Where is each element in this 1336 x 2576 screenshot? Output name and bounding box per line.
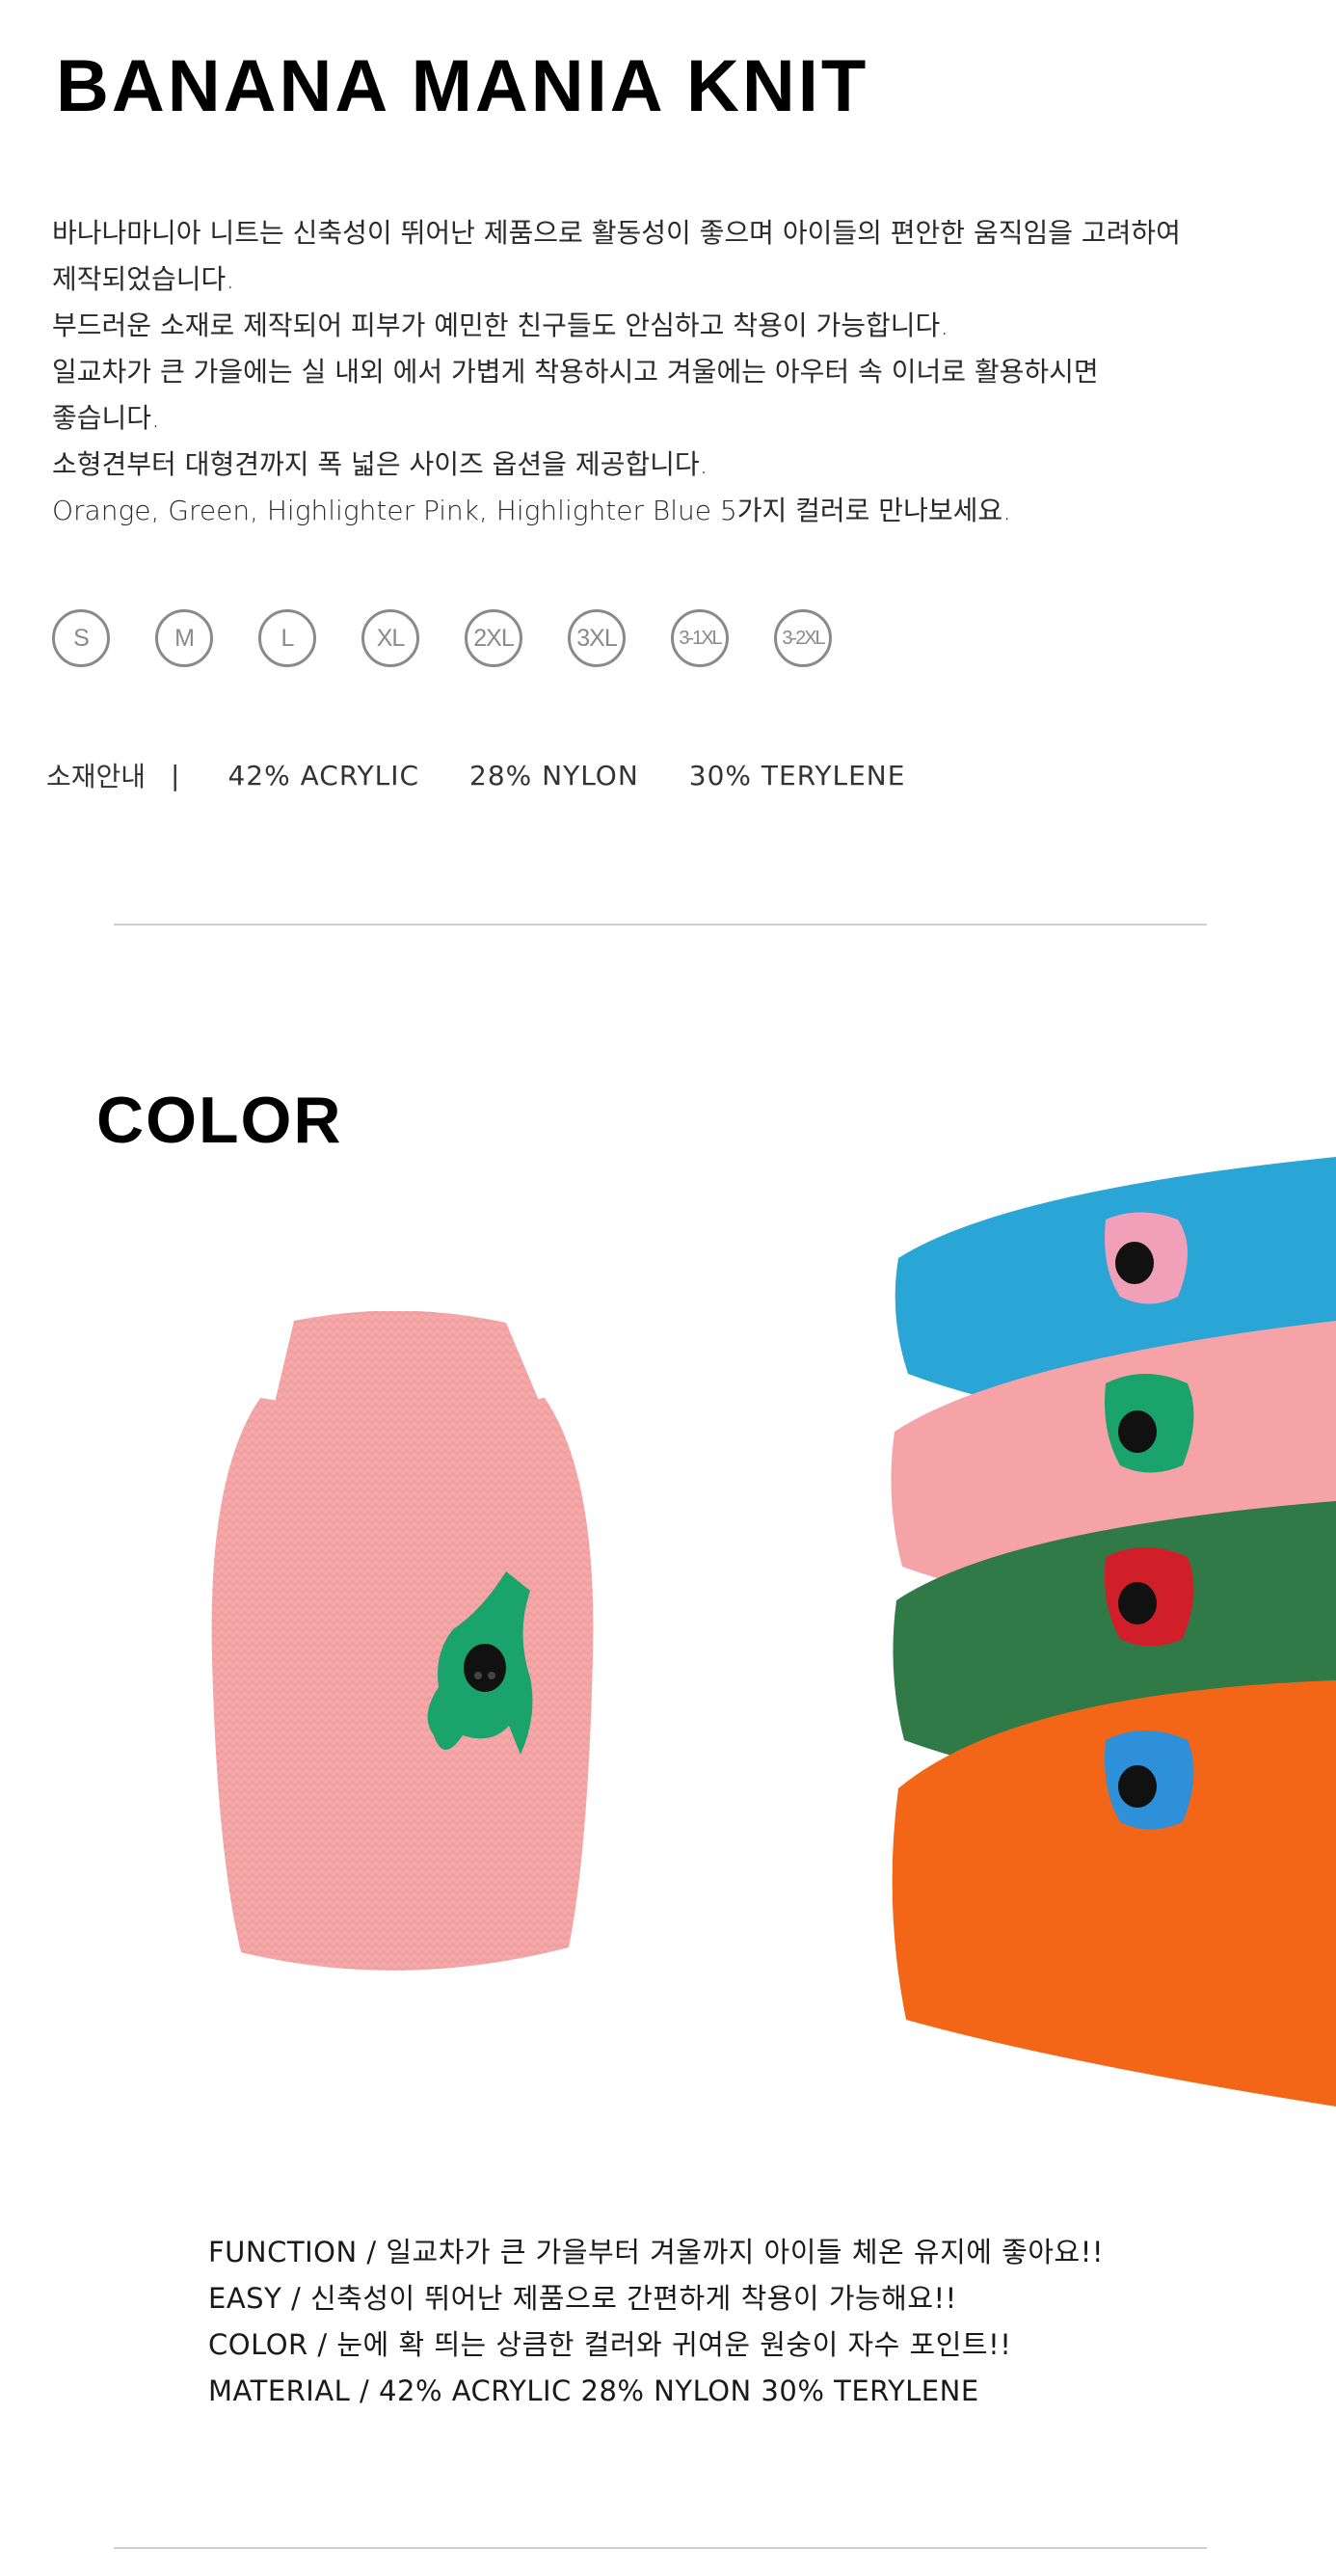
monkey-patch-icon xyxy=(1105,1212,1188,1304)
material-info: 소재안내 | 42% ACRYLIC 28% NYLON 30% TERYLEN… xyxy=(46,756,955,794)
section-divider xyxy=(114,2547,1207,2549)
description-line: 바나나마니아 니트는 신축성이 뛰어난 제품으로 활동성이 좋으며 아이들의 편… xyxy=(52,217,1181,249)
size-option-3xl[interactable]: 3XL xyxy=(568,609,626,667)
size-option-3-2xl[interactable]: 3-2XL xyxy=(774,609,832,667)
description-line: Orange, Green, Highlighter Pink, Highlig… xyxy=(52,495,1012,526)
size-option-m[interactable]: M xyxy=(155,609,213,667)
color-section-title: COLOR xyxy=(96,1084,343,1157)
section-divider xyxy=(114,924,1207,926)
feature-list: FUNCTION / 일교차가 큰 가을부터 겨울까지 아이들 체온 유지에 좋… xyxy=(208,2229,1104,2414)
description-line: 제작되었습니다. xyxy=(52,263,235,295)
size-option-3-1xl[interactable]: 3-1XL xyxy=(671,609,729,667)
size-option-l[interactable]: L xyxy=(258,609,316,667)
size-options: S M L XL 2XL 3XL 3-1XL 3-2XL xyxy=(52,609,877,667)
product-title: BANANA MANIA KNIT xyxy=(56,45,869,127)
material-item: 28% NYLON xyxy=(469,759,639,792)
size-option-s[interactable]: S xyxy=(52,609,110,667)
monkey-patch-icon xyxy=(1105,1547,1194,1647)
feature-color: COLOR / 눈에 확 띄는 상큼한 컬러와 귀여운 원숭이 자수 포인트!! xyxy=(208,2328,1012,2361)
pink-knit-image xyxy=(211,1311,594,1971)
description-line: 소형견부터 대형견까지 폭 넓은 사이즈 옵션을 제공합니다. xyxy=(52,448,708,480)
monkey-patch-icon xyxy=(1105,1374,1194,1473)
monkey-patch-icon xyxy=(1105,1731,1194,1830)
material-item: 42% ACRYLIC xyxy=(227,759,420,792)
size-option-2xl[interactable]: 2XL xyxy=(465,609,522,667)
material-item: 30% TERYLENE xyxy=(688,759,906,792)
product-description: 바나나마니아 니트는 신축성이 뛰어난 제품으로 활동성이 좋으며 아이들의 편… xyxy=(52,210,1286,534)
material-separator: | xyxy=(171,759,180,792)
description-line: 부드러운 소재로 제작되어 피부가 예민한 친구들도 안심하고 착용이 가능합니… xyxy=(52,309,949,341)
material-label: 소재안내 xyxy=(46,761,147,792)
size-option-xl[interactable]: XL xyxy=(361,609,419,667)
feature-material: MATERIAL / 42% ACRYLIC 28% NYLON 30% TER… xyxy=(208,2375,979,2407)
feature-function: FUNCTION / 일교차가 큰 가을부터 겨울까지 아이들 체온 유지에 좋… xyxy=(208,2236,1104,2268)
feature-easy: EASY / 신축성이 뛰어난 제품으로 간편하게 착용이 가능해요!! xyxy=(208,2282,957,2315)
description-line: 좋습니다. xyxy=(52,402,160,434)
knit-color-stack-image xyxy=(891,1157,1336,2106)
description-line: 일교차가 큰 가을에는 실 내외 에서 가볍게 착용하시고 겨울에는 아우터 속… xyxy=(52,356,1099,388)
